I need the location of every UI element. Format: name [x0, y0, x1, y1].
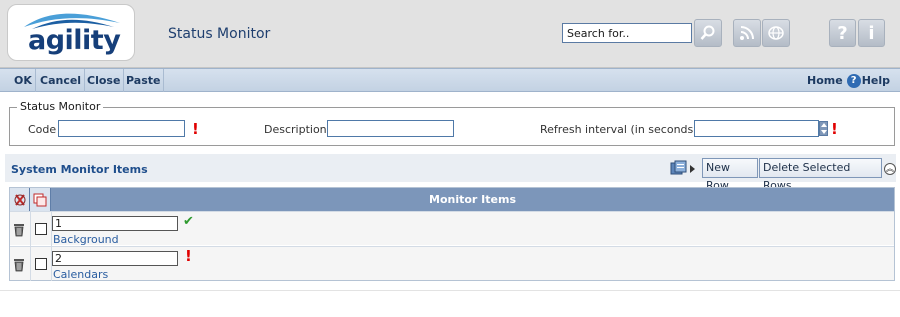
logo-text: agility	[28, 25, 121, 56]
toolbar-right-links: Home ? Help	[807, 69, 890, 92]
valid-check-icon: ✔	[183, 214, 194, 229]
action-toolbar: OK Cancel Close Paste Home ? Help	[0, 68, 900, 92]
delete-column-icon[interactable]	[13, 193, 27, 207]
search-icon	[700, 25, 715, 40]
column-divider	[30, 212, 31, 246]
description-field[interactable]	[327, 120, 454, 137]
monitor-items-grid: Monitor Items ✔ Background ! Calendars	[9, 187, 895, 281]
code-label: Code	[28, 123, 57, 136]
refresh-interval-label: Refresh interval (in seconds)	[540, 123, 698, 136]
page-title: Status Monitor	[168, 26, 271, 42]
home-link[interactable]: Home	[807, 74, 843, 87]
grid-header: Monitor Items	[10, 188, 894, 211]
collapse-icon[interactable]: ︽	[884, 163, 896, 175]
monitor-items-header: System Monitor Items New Row Delete Sele…	[5, 154, 896, 192]
paste-button[interactable]: Paste	[123, 69, 165, 92]
globe-button[interactable]	[762, 19, 790, 47]
refresh-interval-spinner[interactable]	[819, 121, 828, 136]
monitor-item-link[interactable]: Calendars	[53, 268, 108, 281]
help-circle-icon: ?	[846, 73, 861, 88]
panel-title: System Monitor Items	[11, 163, 148, 176]
search-input[interactable]	[562, 23, 692, 43]
ok-button[interactable]: OK	[11, 69, 36, 92]
delete-selected-rows-button[interactable]: Delete Selected Rows	[759, 158, 882, 192]
column-divider	[30, 247, 31, 281]
table-row: ✔ Background	[10, 211, 894, 246]
close-button[interactable]: Close	[84, 69, 125, 92]
refresh-interval-field[interactable]	[694, 120, 819, 137]
help-question-button[interactable]: ?	[829, 19, 856, 47]
row-select-checkbox[interactable]	[35, 258, 47, 270]
select-column-header	[30, 188, 51, 211]
table-row: ! Calendars	[10, 246, 894, 281]
rss-icon	[740, 26, 754, 40]
info-button[interactable]: i	[858, 19, 885, 47]
agility-logo[interactable]: agility	[7, 4, 135, 61]
status-monitor-fieldset: Status Monitor Code ! Description Refres…	[9, 100, 895, 146]
monitor-item-input[interactable]	[52, 216, 178, 231]
new-row-button[interactable]: New Row	[702, 158, 758, 192]
app-header: agility Status Monitor ? i	[0, 0, 900, 68]
row-select-checkbox[interactable]	[35, 223, 47, 235]
trash-icon[interactable]	[13, 223, 25, 237]
code-required-icon: !	[192, 120, 199, 138]
monitor-item-input[interactable]	[52, 251, 178, 266]
code-field[interactable]	[58, 120, 185, 137]
select-all-icon[interactable]	[33, 193, 47, 207]
bottom-divider	[0, 290, 900, 291]
help-link-label: Help	[861, 74, 890, 87]
info-icon: i	[868, 22, 875, 44]
export-dropdown-icon[interactable]	[690, 165, 695, 173]
cancel-button[interactable]: Cancel	[37, 69, 86, 92]
required-icon: !	[185, 247, 192, 265]
fieldset-legend: Status Monitor	[17, 100, 104, 113]
trash-icon[interactable]	[13, 258, 25, 272]
rss-button[interactable]	[733, 19, 761, 47]
refresh-required-icon: !	[831, 120, 838, 138]
description-label: Description	[264, 123, 327, 136]
delete-column-header	[10, 188, 30, 211]
globe-icon	[768, 26, 784, 40]
search-button[interactable]	[694, 19, 722, 47]
monitor-items-column-header: Monitor Items	[429, 193, 516, 206]
help-link[interactable]: ? Help	[846, 73, 890, 88]
help-icon: ?	[837, 22, 848, 44]
monitor-item-link[interactable]: Background	[53, 233, 119, 246]
export-icon[interactable]	[670, 160, 688, 176]
